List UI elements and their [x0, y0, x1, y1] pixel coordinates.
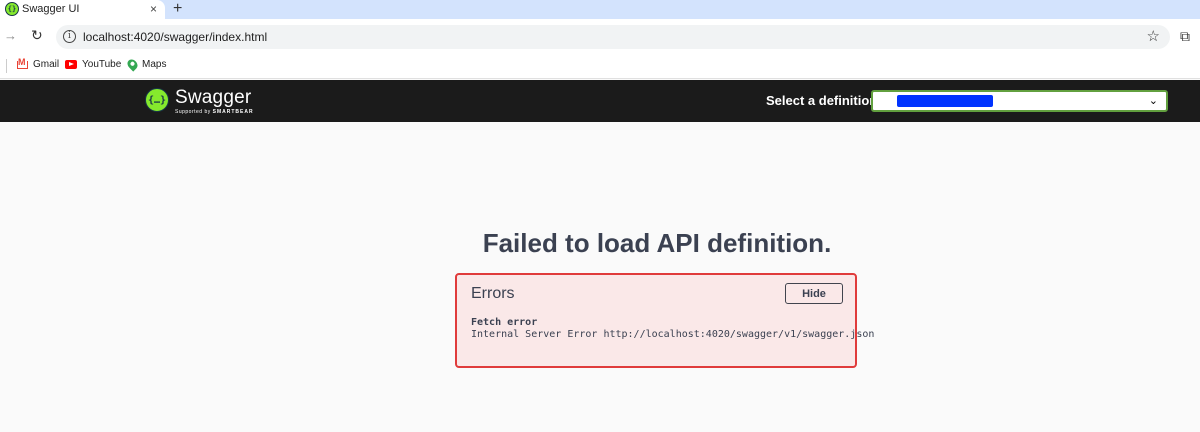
definition-label: Select a definition [766, 93, 878, 108]
gmail-icon [17, 57, 28, 69]
address-bar[interactable]: i localhost:4020/swagger/index.html ☆ [56, 25, 1170, 49]
bookmarks-divider [6, 59, 7, 73]
error-message: Internal Server Error http://localhost:4… [471, 329, 875, 340]
swagger-logo[interactable]: {…} Swagger Supported by SMARTBEAR [145, 87, 255, 117]
logo-text: Swagger [175, 87, 252, 108]
definition-select[interactable]: ⌄ [871, 90, 1168, 112]
youtube-icon [65, 60, 77, 69]
logo-subtitle: Supported by SMARTBEAR [175, 109, 254, 115]
bookmark-maps[interactable]: Maps [125, 57, 167, 72]
errors-panel: Errors Hide Fetch error Internal Server … [455, 273, 874, 368]
browser-tab[interactable]: {} Swagger UI × [0, 0, 165, 19]
browser-toolbar: → ↻ i localhost:4020/swagger/index.html … [0, 19, 1200, 54]
puzzle-icon[interactable]: ⧉ [1180, 28, 1190, 45]
star-icon[interactable]: ☆ [1147, 27, 1160, 45]
bookmark-gmail[interactable]: Gmail [17, 57, 60, 70]
new-tab-button[interactable]: + [173, 0, 182, 18]
bookmark-label: Gmail [33, 59, 60, 70]
maps-icon [125, 57, 140, 72]
page-title: Failed to load API definition. [482, 228, 832, 258]
bookmark-youtube[interactable]: YouTube [65, 59, 121, 70]
chevron-down-icon: ⌄ [1148, 95, 1158, 107]
bookmark-label: Maps [142, 59, 167, 70]
swagger-logo-icon: {…} [145, 88, 169, 112]
errors-heading: Errors [471, 285, 515, 302]
url-text[interactable]: localhost:4020/swagger/index.html [83, 30, 267, 44]
redacted-definition-value [897, 95, 993, 107]
reload-icon[interactable]: ↻ [31, 27, 43, 44]
swagger-favicon-icon: {} [5, 2, 19, 16]
bookmark-label: YouTube [82, 59, 122, 70]
hide-button[interactable]: Hide [785, 283, 843, 304]
error-title: Fetch error [471, 317, 538, 328]
forward-arrow-icon[interactable]: → [4, 28, 17, 43]
info-icon[interactable]: i [63, 30, 76, 43]
bookmarks-bar: Gmail YouTube Maps [0, 54, 1200, 79]
swagger-topbar: {…} Swagger Supported by SMARTBEAR Selec… [0, 80, 1200, 122]
tab-title: Swagger UI [22, 3, 80, 15]
browser-tab-strip: {} Swagger UI × + [0, 0, 1200, 19]
tab-close-icon[interactable]: × [150, 2, 157, 16]
